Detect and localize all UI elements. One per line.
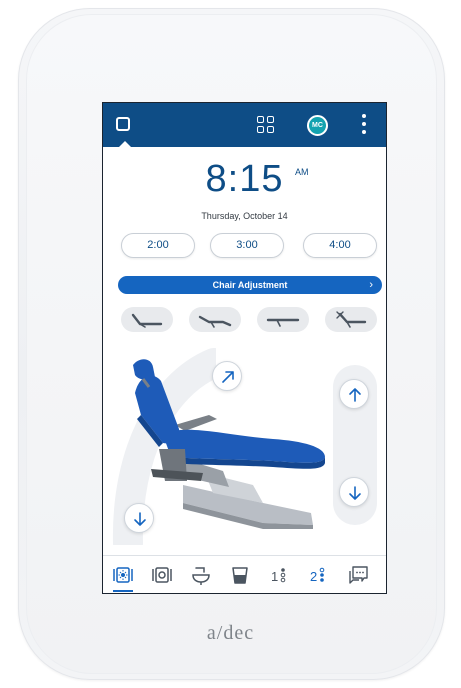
chair-x-ray-position-icon: [336, 311, 367, 328]
preset-2-icon: 2: [310, 567, 325, 584]
chair-up-button[interactable]: [339, 379, 369, 409]
kebab-menu-icon[interactable]: [361, 114, 367, 136]
arrow-down-icon: [349, 486, 361, 500]
operatory-light-icon: [113, 567, 133, 583]
nav-operatory-light[interactable]: [111, 563, 135, 592]
preset-flat-button[interactable]: [257, 307, 309, 332]
grid-icon[interactable]: [257, 116, 275, 134]
preset-xray-button[interactable]: [325, 307, 377, 332]
clock-ampm: AM: [295, 167, 309, 177]
preset-reclined-button[interactable]: [189, 307, 241, 332]
cup-fill-icon: [232, 567, 248, 584]
top-bar: MC: [103, 103, 386, 148]
camera-monitor-icon: [152, 567, 172, 583]
chair-adjustment-label: Chair Adjustment: [212, 280, 288, 290]
preset-1-icon: 1: [271, 568, 286, 584]
arrow-down-icon: [134, 512, 146, 526]
backrest-up-button[interactable]: [212, 361, 242, 391]
svg-text:2: 2: [310, 569, 317, 584]
svg-text:1: 1: [271, 569, 278, 584]
nav-camera-monitor[interactable]: [150, 563, 174, 587]
cuspidor-icon: [192, 567, 210, 585]
active-tab-indicator: [118, 141, 132, 148]
chair-entry-position-icon: [131, 313, 163, 328]
bottom-nav: 1 2: [103, 555, 386, 593]
timer-button-3[interactable]: 4:00: [303, 233, 377, 258]
nav-preset-2[interactable]: 2: [306, 563, 330, 587]
arrow-up-right-icon: [222, 371, 234, 383]
touch-screen: MC 8:15 AM Thursday, October 14 2:00 3:0…: [102, 102, 387, 594]
timer-button-2[interactable]: 3:00: [210, 233, 284, 258]
chair-down-button[interactable]: [339, 477, 369, 507]
clock-time: 8:15: [205, 158, 284, 200]
chair-flat-position-icon: [266, 318, 300, 327]
chair-reclined-position-icon: [198, 315, 232, 328]
nav-cup-fill[interactable]: [228, 563, 252, 587]
nav-messages[interactable]: [346, 563, 370, 587]
base-down-button[interactable]: [124, 503, 154, 533]
chair-adjustment-button[interactable]: Chair Adjustment ›: [118, 276, 382, 294]
clock-date: Thursday, October 14: [201, 211, 288, 221]
nav-cuspidor[interactable]: [189, 563, 213, 587]
preset-entry-button[interactable]: [121, 307, 173, 332]
messages-icon: [349, 566, 368, 584]
clock-display: 8:15 AM: [103, 159, 386, 199]
chevron-right-icon: ›: [369, 279, 373, 291]
timer-button-1[interactable]: 2:00: [121, 233, 195, 258]
nav-preset-1[interactable]: 1: [267, 563, 291, 587]
brand-logo: a/dec: [206, 622, 255, 644]
arrow-up-icon: [349, 388, 361, 402]
home-square-icon[interactable]: [116, 117, 130, 131]
user-avatar[interactable]: MC: [307, 115, 328, 136]
